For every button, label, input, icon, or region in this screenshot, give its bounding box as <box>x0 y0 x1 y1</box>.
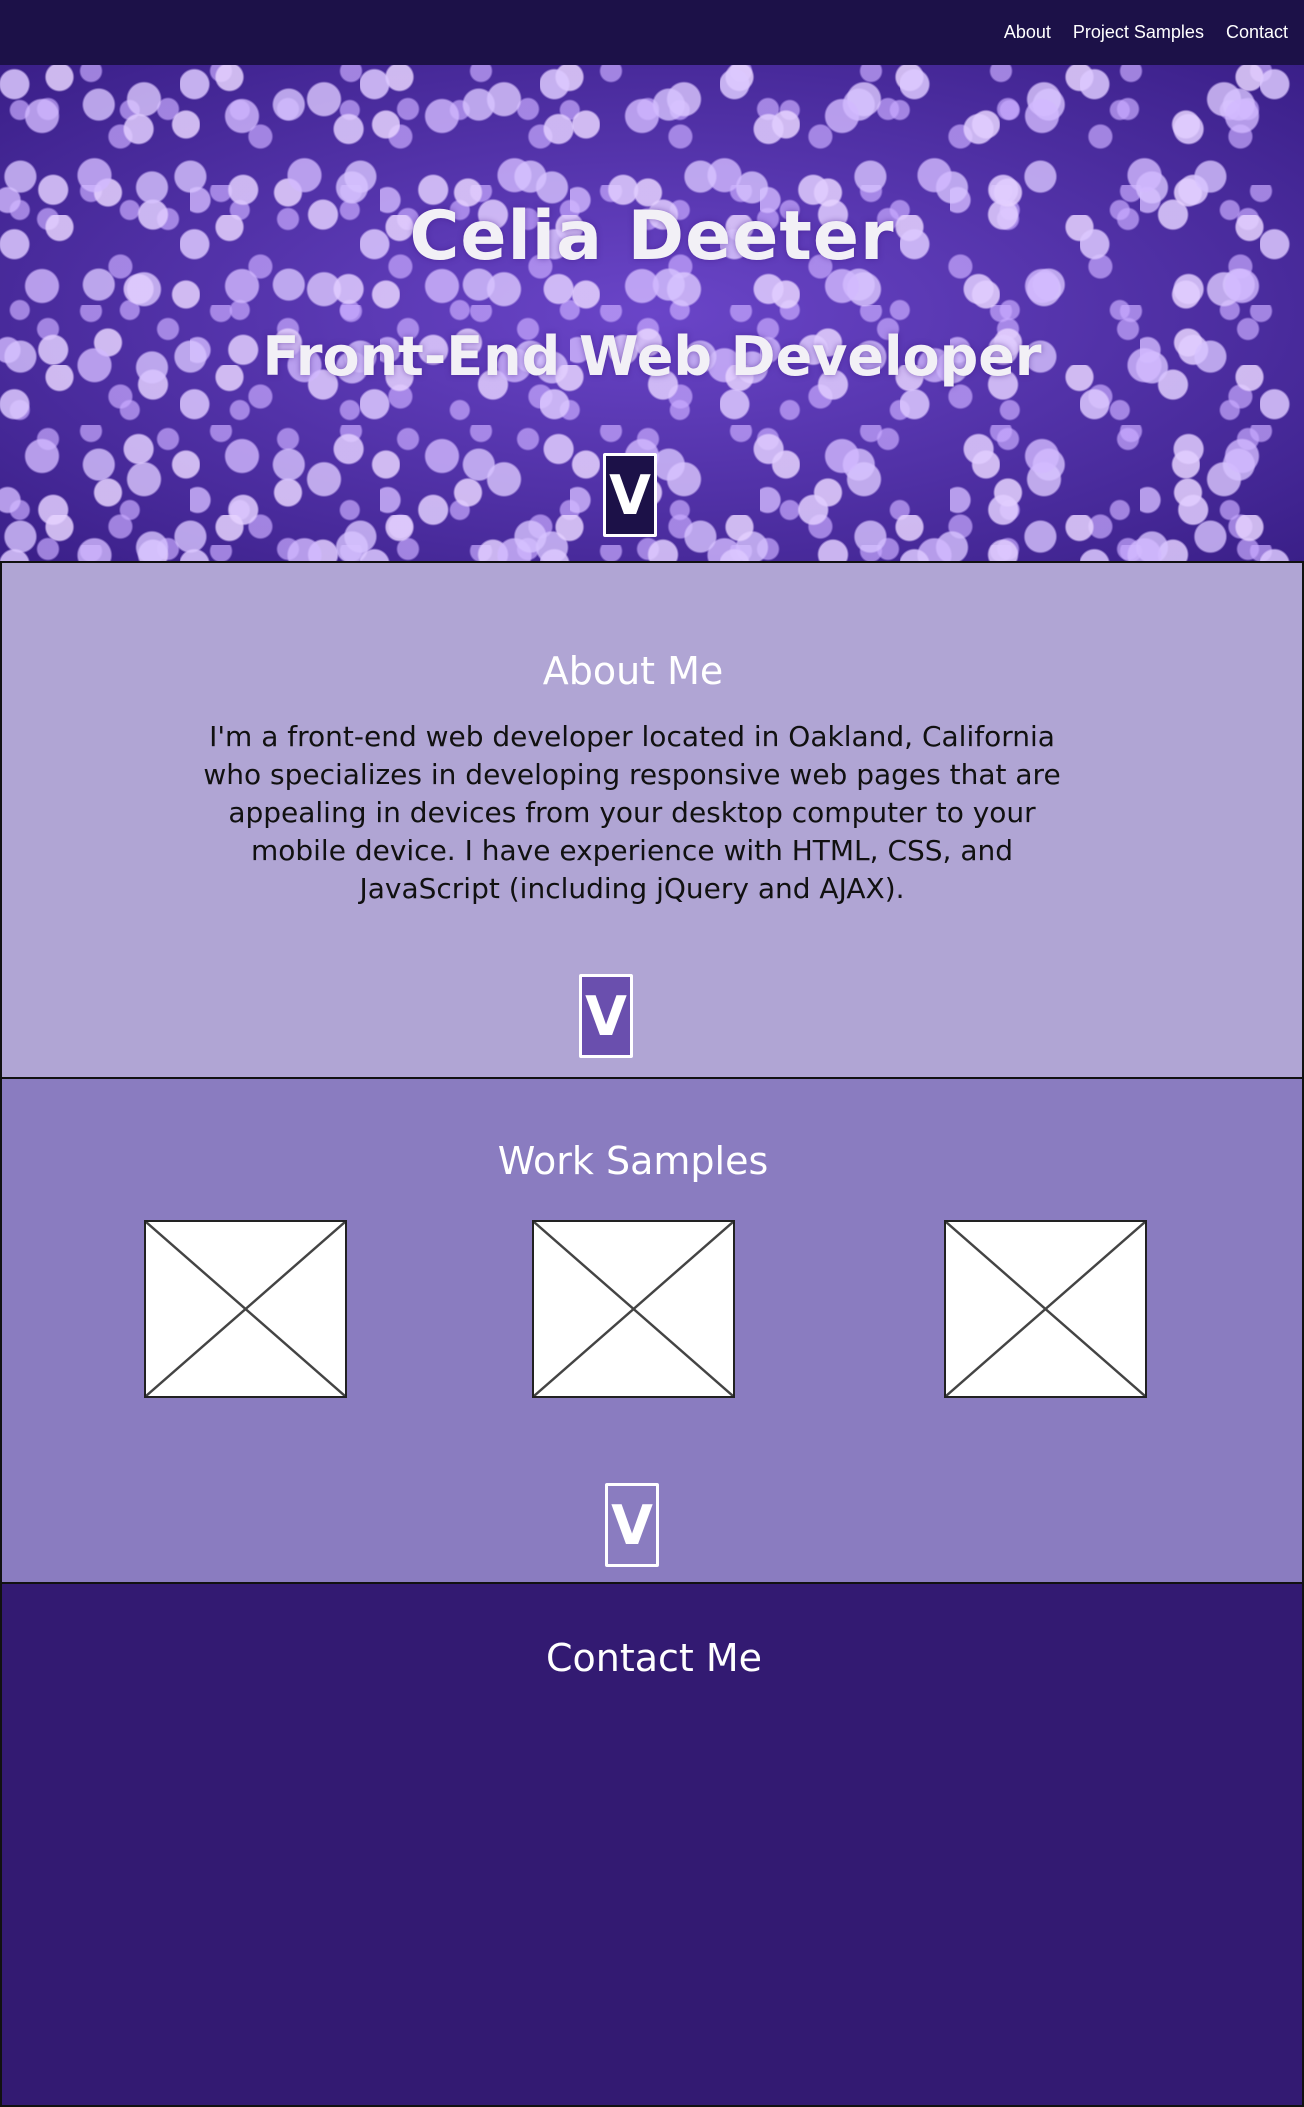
hero-scroll-down-button[interactable]: V <box>603 453 657 537</box>
contact-heading: Contact Me <box>545 1636 763 1680</box>
top-navbar: About Project Samples Contact <box>0 0 1304 65</box>
nav-link-contact[interactable]: Contact <box>1226 22 1288 43</box>
work-sample-thumbnail[interactable] <box>144 1220 347 1398</box>
work-sample-thumbnail[interactable] <box>944 1220 1147 1398</box>
image-placeholder-icon <box>946 1222 1145 1396</box>
hero-banner: Celia Deeter Front-End Web Developer V <box>0 65 1304 561</box>
work-sample-thumbnail[interactable] <box>532 1220 735 1398</box>
chevron-down-icon: V <box>585 984 627 1048</box>
chevron-down-icon: V <box>611 1493 653 1557</box>
work-heading: Work Samples <box>497 1139 769 1183</box>
about-heading: About Me <box>542 649 724 693</box>
work-scroll-down-button[interactable]: V <box>605 1483 659 1567</box>
hero-title: Celia Deeter <box>409 197 895 276</box>
chevron-down-icon: V <box>609 463 651 527</box>
nav-link-project-samples[interactable]: Project Samples <box>1073 22 1204 43</box>
hero-subtitle: Front-End Web Developer <box>262 325 1042 388</box>
image-placeholder-icon <box>534 1222 733 1396</box>
work-samples-section: Work Samples V <box>0 1079 1304 1584</box>
about-section: About Me I'm a front-end web developer l… <box>0 561 1304 1079</box>
about-text: I'm a front-end web developer located in… <box>203 720 1061 905</box>
nav-link-about[interactable]: About <box>1004 22 1051 43</box>
about-scroll-down-button[interactable]: V <box>579 974 633 1058</box>
contact-section: Contact Me <box>0 1584 1304 2107</box>
image-placeholder-icon <box>146 1222 345 1396</box>
